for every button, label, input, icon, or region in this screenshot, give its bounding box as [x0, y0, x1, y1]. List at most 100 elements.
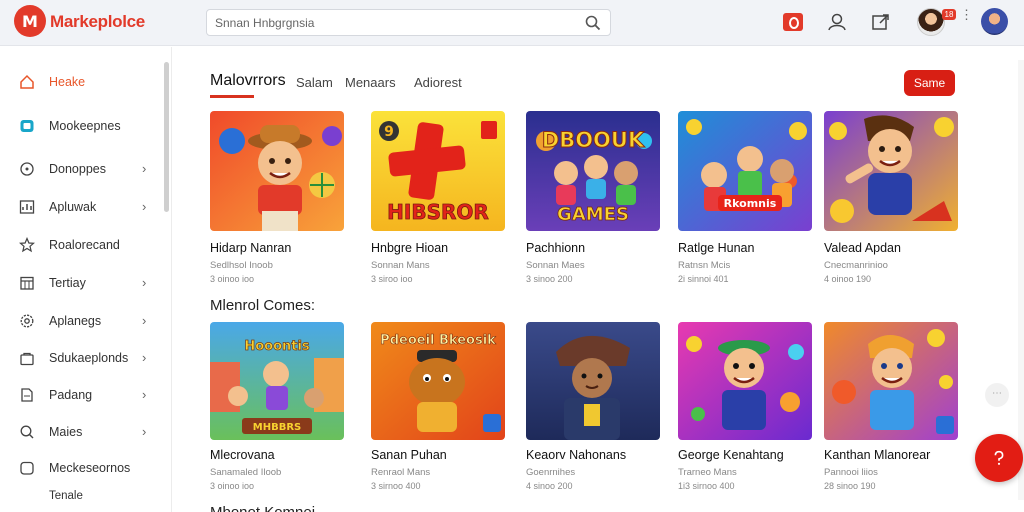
main-scrollbar[interactable]	[1018, 60, 1024, 500]
sidebar-item-label: Heake	[49, 75, 86, 89]
game-art-text: GAMES	[557, 204, 629, 225]
sidebar-item-sdukaeplonds[interactable]: Sdukaeplonds ›	[0, 344, 160, 372]
game-subtitle: Ratnsn Mcis	[678, 260, 731, 271]
box-icon	[19, 460, 35, 476]
game-card[interactable]: Kanthan Mlanorear Pannooi liios 28 sinoo…	[824, 322, 962, 492]
game-thumbnail[interactable]	[678, 322, 812, 440]
game-subtitle: Cnecmanrinioo	[824, 260, 888, 271]
tab-malovrrors[interactable]: Malovrrors	[210, 72, 286, 90]
game-art-title: Pdeoeil Bkeosik	[380, 333, 496, 348]
sidebar-item-tertiay[interactable]: Tertiay ›	[0, 269, 160, 297]
help-fab-button[interactable]	[975, 434, 1023, 482]
sidebar-item-label: Maies	[49, 425, 83, 439]
game-meta: 3 sirnoo 400	[371, 481, 421, 491]
game-art-text: Rkomnis	[724, 197, 777, 210]
game-thumbnail[interactable]: 9 HIBSROR	[371, 111, 505, 231]
game-card[interactable]: Hooontis MHBBRS Mlecrovana Sanamaled Ilo…	[210, 322, 348, 492]
game-meta: 2i sinnoi 401	[678, 274, 729, 284]
game-meta: 3 siroo ioo	[371, 274, 413, 284]
sidebar-item-meckeseornos[interactable]: Meckeseornos	[0, 454, 160, 482]
game-thumbnail[interactable]	[526, 322, 660, 440]
search-icon	[19, 424, 35, 440]
game-subtitle: Goenrnihes	[526, 467, 576, 478]
user-icon[interactable]	[826, 11, 848, 33]
sidebar-item-roalorecand[interactable]: Roalorecand	[0, 231, 160, 259]
game-card[interactable]: Keaorv Nahonans Goenrnihes 4 sinoo 200	[526, 322, 664, 492]
game-title[interactable]: Keaorv Nahonans	[526, 448, 626, 462]
game-art: DBOOUK GAMES	[526, 111, 660, 231]
sidebar: Heake Mookeepnes Donoppes › Apluwak › Ro…	[0, 47, 172, 512]
search-icon[interactable]	[584, 14, 602, 32]
game-art: Hooontis MHBBRS	[210, 322, 344, 440]
game-card[interactable]: Hidarp Nanran Sedlhsol Inoob 3 oinoo ioo	[210, 111, 348, 291]
search-box[interactable]	[206, 9, 611, 36]
game-meta: 4 oinoo 190	[824, 274, 872, 284]
game-thumbnail[interactable]	[824, 322, 958, 440]
sidebar-item-label: Meckeseornos	[49, 461, 131, 475]
game-title[interactable]: Pachhionn	[526, 241, 585, 255]
game-thumbnail[interactable]: Hooontis MHBBRS	[210, 322, 344, 440]
sidebar-item-maies[interactable]: Maies ›	[0, 418, 160, 446]
game-thumbnail[interactable]: Rkomnis	[678, 111, 812, 231]
game-card[interactable]: Pdeoeil Bkeosik Sanan Puhan Renraol Mans…	[371, 322, 509, 492]
svg-text:9: 9	[384, 124, 394, 140]
avatar[interactable]	[917, 8, 945, 36]
sidebar-item-label: Tertiay	[49, 276, 86, 290]
tab-adiorest[interactable]: Adiorest	[414, 75, 462, 90]
game-card[interactable]: Rkomnis Ratlge Hunan Ratnsn Mcis 2i sinn…	[678, 111, 816, 291]
game-art-text: HIBSROR	[387, 200, 489, 224]
game-title[interactable]: Ratlge Hunan	[678, 241, 754, 255]
sidebar-item-market[interactable]: Mookeepnes	[0, 112, 160, 140]
game-title[interactable]: Sanan Puhan	[371, 448, 447, 462]
sidebar-item-label: Tenale	[49, 490, 83, 502]
sidebar-item-label: Roalorecand	[49, 238, 120, 252]
logo-icon[interactable]: M	[14, 5, 46, 37]
sidebar-item-aplanegs[interactable]: Aplanegs ›	[0, 307, 160, 335]
game-card[interactable]: DBOOUK GAMES Pachhionn Sonnan Maes 3 sin…	[526, 111, 664, 291]
game-title[interactable]: Hnbgre Hioan	[371, 241, 448, 255]
game-thumbnail[interactable]	[210, 111, 344, 231]
game-card[interactable]: Valead Apdan Cnecmanrinioo 4 oinoo 190	[824, 111, 962, 291]
notification-badge: 18	[942, 9, 956, 20]
app-title[interactable]: Markeplolce	[50, 12, 145, 32]
game-subtitle: Trarneo Mans	[678, 467, 737, 478]
game-card[interactable]: George Kenahtang Trarneo Mans 1i3 sirnoo…	[678, 322, 816, 492]
notification-button[interactable]	[782, 11, 804, 33]
game-meta: 3 sinoo 200	[526, 274, 573, 284]
section-title-bottom: Mbonot Komnei	[210, 504, 315, 512]
sidebar-item-donoppes[interactable]: Donoppes ›	[0, 155, 160, 183]
game-card[interactable]: 9 HIBSROR Hnbgre Hioan Sonnan Mans 3 sir…	[371, 111, 509, 291]
game-title[interactable]: George Kenahtang	[678, 448, 784, 462]
game-meta: 3 oinoo ioo	[210, 481, 255, 491]
game-thumbnail[interactable]: DBOOUK GAMES	[526, 111, 660, 231]
export-icon[interactable]	[870, 11, 892, 33]
scroll-hint-icon[interactable]: ⋯	[985, 383, 1009, 407]
game-title[interactable]: Mlecrovana	[210, 448, 275, 462]
calendar-icon	[19, 275, 35, 291]
active-tab-indicator	[210, 95, 254, 98]
sidebar-item-home[interactable]: Heake	[0, 68, 160, 96]
sidebar-item-label: Mookeepnes	[49, 119, 121, 133]
tab-salam[interactable]: Salam	[296, 75, 333, 90]
tab-menaars[interactable]: Menaars	[345, 75, 396, 90]
sidebar-item-tenale[interactable]: Tenale	[0, 483, 160, 511]
sidebar-item-apluwak[interactable]: Apluwak ›	[0, 193, 160, 221]
sidebar-item-padang[interactable]: Padang ›	[0, 381, 160, 409]
game-art: Pdeoeil Bkeosik	[371, 322, 505, 440]
game-thumbnail[interactable]	[824, 111, 958, 231]
search-input[interactable]	[215, 14, 575, 32]
game-title[interactable]: Hidarp Nanran	[210, 241, 291, 255]
bag-icon	[19, 350, 35, 366]
save-button[interactable]: Same	[904, 70, 955, 96]
more-icon[interactable]: ⋮	[960, 8, 973, 32]
chevron-right-icon: ›	[142, 199, 147, 214]
game-title[interactable]: Valead Apdan	[824, 241, 901, 255]
game-art	[824, 111, 958, 231]
chevron-right-icon: ›	[142, 424, 147, 439]
game-thumbnail[interactable]: Pdeoeil Bkeosik	[371, 322, 505, 440]
section-title: Mlenrol Comes:	[210, 297, 316, 314]
game-title[interactable]: Kanthan Mlanorear	[824, 448, 930, 462]
profile-avatar[interactable]	[981, 8, 1008, 35]
sidebar-scrollbar[interactable]	[164, 62, 169, 212]
star-icon	[18, 236, 36, 253]
